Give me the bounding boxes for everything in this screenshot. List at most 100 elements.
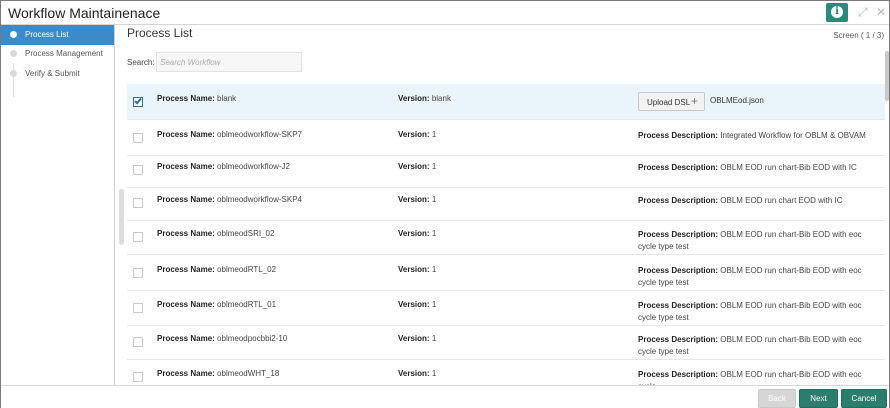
process-name-cell: Process Name: oblmeodworkflow-SKP7: [157, 130, 393, 139]
description-label: Process Description:: [638, 230, 719, 239]
process-name-cell: Process Name: oblmeodworkflow-SKP4: [157, 195, 393, 204]
description-value: OBLM EOD run chart EOD with IC: [720, 196, 843, 205]
description-label: Process Description:: [638, 370, 719, 379]
version-value: 1: [431, 369, 437, 378]
version-value: 1: [431, 162, 437, 171]
process-row[interactable]: Process Name: oblmeodRTL_01 Version: 1 P…: [127, 290, 885, 326]
step-dot-icon: [10, 31, 17, 38]
process-name-label: Process Name:: [157, 130, 215, 139]
sidebar-step-label: Verify & Submit: [25, 69, 80, 78]
process-row[interactable]: Process Name: oblmeodRTL_02 Version: 1 P…: [127, 255, 885, 291]
title-bar: Workflow Maintainenace i ⤢ ✕: [1, 1, 889, 25]
version-value: 1: [431, 195, 437, 204]
window-title: Workflow Maintainenace: [8, 5, 161, 21]
search-input[interactable]: [156, 52, 302, 72]
sidebar-step-label: Process Management: [25, 49, 103, 58]
row-checkbox[interactable]: [133, 337, 143, 347]
process-row[interactable]: Process Name: oblmeodworkflow-SKP7 Versi…: [127, 120, 885, 156]
process-name-cell: Process Name: oblmeodpocbbi2-10: [157, 334, 393, 343]
search-label: Search:: [127, 58, 155, 67]
page-title: Process List: [127, 26, 193, 40]
restore-icon[interactable]: ⤢: [858, 5, 868, 20]
process-row[interactable]: Process Name: oblmeodworkflow-SKP4 Versi…: [127, 185, 885, 221]
sidebar-step-process-management[interactable]: Process Management: [1, 44, 114, 64]
version-label: Version:: [398, 229, 430, 238]
row-checkbox[interactable]: [133, 268, 143, 278]
process-name-label: Process Name:: [157, 369, 215, 378]
description-cell: Process Description: OBLM EOD run chart-…: [638, 369, 878, 385]
row-checkbox[interactable]: [133, 165, 143, 175]
description-label: Process Description:: [638, 131, 719, 140]
screen-indicator: Screen ( 1 / 3): [833, 31, 884, 40]
sidebar-step-process-list[interactable]: Process List: [1, 25, 114, 45]
process-name-cell: Process Name: blank: [157, 94, 393, 103]
process-name-cell: Process Name: oblmeodWHT_18: [157, 369, 393, 378]
process-list: Process Name: blank Version: blank Uploa…: [127, 84, 885, 385]
process-name-value: oblmeodworkflow-J2: [217, 162, 290, 171]
version-label: Version:: [398, 265, 430, 274]
process-name-label: Process Name:: [157, 94, 215, 103]
vertical-scrollbar[interactable]: [885, 51, 889, 385]
process-name-cell: Process Name: oblmeodRTL_02: [157, 265, 393, 274]
row-checkbox[interactable]: [133, 372, 143, 382]
sidebar-step-verify-submit[interactable]: Verify & Submit: [1, 64, 114, 84]
sidebar-step-label: Process List: [25, 30, 69, 39]
info-button[interactable]: i: [826, 3, 848, 22]
version-value: 1: [431, 334, 437, 343]
row-checkbox[interactable]: [133, 96, 143, 107]
description-value: OBLM EOD run chart-Bib EOD with IC: [720, 163, 857, 172]
upload-dsl-label: Upload DSL: [647, 98, 691, 107]
version-cell: Version: 1: [398, 300, 634, 309]
row-checkbox[interactable]: [133, 232, 143, 242]
version-value: 1: [431, 229, 437, 238]
steps-sidebar: Process List Process Management Verify &…: [1, 25, 115, 385]
version-cell: Version: 1: [398, 195, 634, 204]
description-label: Process Description:: [638, 163, 719, 172]
version-value: 1: [431, 265, 437, 274]
check-icon: [134, 96, 142, 105]
row-checkbox[interactable]: [133, 303, 143, 313]
version-label: Version:: [398, 195, 430, 204]
process-name-value: oblmeodworkflow-SKP7: [217, 130, 302, 139]
process-name-value: oblmeodRTL_01: [217, 300, 277, 309]
version-value: 1: [431, 130, 437, 139]
process-name-cell: Process Name: oblmeodSRI_02: [157, 229, 393, 238]
process-row[interactable]: Process Name: oblmeodworkflow-J2 Version…: [127, 152, 885, 188]
back-button[interactable]: Back: [758, 389, 796, 408]
next-button[interactable]: Next: [799, 389, 838, 408]
description-cell: Process Description: OBLM EOD run chart-…: [638, 229, 878, 253]
process-name-label: Process Name:: [157, 229, 215, 238]
description-cell: Process Description: OBLM EOD run chart-…: [638, 162, 878, 174]
process-row[interactable]: Process Name: blank Version: blank Uploa…: [127, 84, 885, 120]
close-icon[interactable]: ✕: [876, 5, 886, 19]
version-value: 1: [431, 300, 437, 309]
process-row[interactable]: Process Name: oblmeodSRI_02 Version: 1 P…: [127, 219, 885, 255]
version-value: blank: [431, 94, 451, 103]
version-label: Version:: [398, 334, 430, 343]
footer-bar: Back Next Cancel: [1, 385, 889, 408]
description-cell: Process Description: OBLM EOD run chart …: [638, 195, 878, 207]
scrollbar-thumb[interactable]: [885, 51, 889, 101]
upload-dsl-button[interactable]: Upload DSL +: [638, 92, 705, 111]
description-label: Process Description:: [638, 335, 719, 344]
process-name-value: oblmeodSRI_02: [217, 229, 275, 238]
row-checkbox[interactable]: [133, 198, 143, 208]
version-cell: Version: 1: [398, 229, 634, 238]
process-name-label: Process Name:: [157, 162, 215, 171]
version-cell: Version: 1: [398, 130, 634, 139]
process-name-cell: Process Name: oblmeodworkflow-J2: [157, 162, 393, 171]
uploaded-file-name: OBLMEod.json: [710, 96, 764, 105]
process-row[interactable]: Process Name: oblmeodWHT_18 Version: 1 P…: [127, 359, 885, 385]
workflow-window: Workflow Maintainenace i ⤢ ✕ Process Lis…: [0, 0, 890, 408]
version-cell: Version: 1: [398, 162, 634, 171]
process-row[interactable]: Process Name: oblmeodpocbbi2-10 Version:…: [127, 324, 885, 360]
version-cell: Version: 1: [398, 334, 634, 343]
description-cell: Process Description: OBLM EOD run chart-…: [638, 265, 878, 289]
version-label: Version:: [398, 162, 430, 171]
cancel-button[interactable]: Cancel: [841, 389, 887, 408]
row-checkbox[interactable]: [133, 133, 143, 143]
version-label: Version:: [398, 130, 430, 139]
version-label: Version:: [398, 300, 430, 309]
process-name-value: oblmeodworkflow-SKP4: [217, 195, 302, 204]
plus-icon: +: [691, 94, 699, 108]
